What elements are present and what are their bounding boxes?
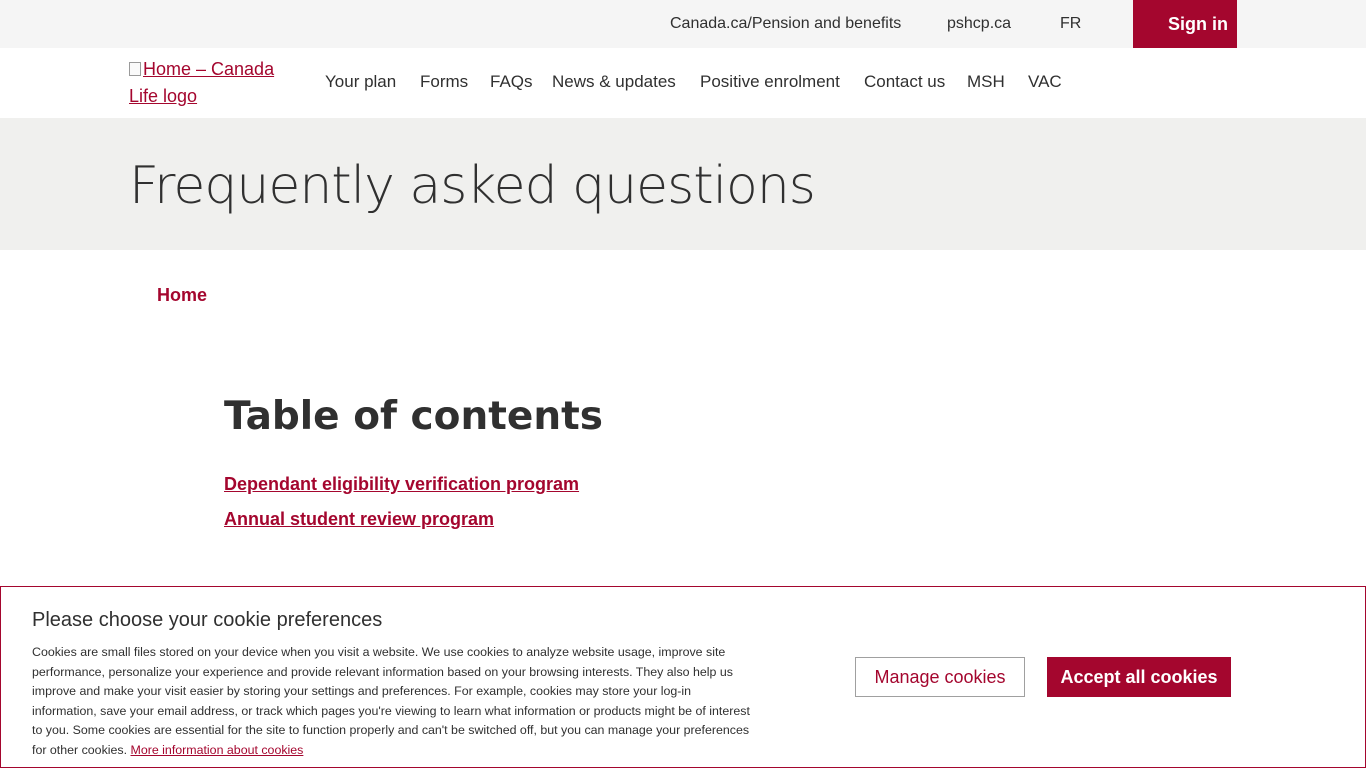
toc-link-annual-student-review[interactable]: Annual student review program	[224, 509, 494, 530]
more-cookie-info-link[interactable]: More information about cookies	[131, 743, 304, 757]
nav-item-forms[interactable]: Forms	[420, 72, 468, 92]
manage-cookies-button[interactable]: Manage cookies	[855, 657, 1025, 697]
pension-benefits-link[interactable]: Canada.ca/Pension and benefits	[670, 15, 901, 33]
hero-banner: Frequently asked questions	[0, 118, 1366, 250]
toc-link-dependant-eligibility[interactable]: Dependant eligibility verification progr…	[224, 474, 579, 495]
cookie-description: Cookies are small files stored on your d…	[32, 643, 757, 760]
accept-all-cookies-button[interactable]: Accept all cookies	[1047, 657, 1231, 697]
page-title: Frequently asked questions	[129, 156, 816, 216]
cookie-body-text: Cookies are small files stored on your d…	[32, 645, 750, 757]
logo-alt-text: Home – Canada Life logo	[129, 59, 275, 106]
broken-image-icon	[129, 62, 141, 76]
sign-in-button[interactable]: Sign in	[1133, 0, 1237, 48]
nav-item-news-updates[interactable]: News & updates	[552, 72, 676, 92]
breadcrumb-home[interactable]: Home	[157, 285, 207, 306]
nav-item-contact-us[interactable]: Contact us	[864, 72, 945, 92]
cookie-title: Please choose your cookie preferences	[32, 609, 383, 631]
nav-item-vac[interactable]: VAC	[1028, 72, 1062, 92]
pshcp-link[interactable]: pshcp.ca	[947, 15, 1011, 33]
cookie-banner: Please choose your cookie preferences Co…	[0, 586, 1366, 768]
toc-heading: Table of contents	[224, 394, 603, 439]
utility-bar: Canada.ca/Pension and benefits pshcp.ca …	[0, 0, 1366, 48]
nav-item-msh[interactable]: MSH	[967, 72, 1005, 92]
home-logo-link[interactable]: Home – Canada Life logo	[129, 56, 289, 110]
language-toggle-link[interactable]: FR	[1060, 15, 1081, 33]
nav-item-your-plan[interactable]: Your plan	[325, 72, 396, 92]
nav-item-positive-enrolment[interactable]: Positive enrolment	[700, 72, 840, 92]
nav-item-faqs[interactable]: FAQs	[490, 72, 533, 92]
main-navigation: Home – Canada Life logo Your plan Forms …	[0, 48, 1366, 118]
